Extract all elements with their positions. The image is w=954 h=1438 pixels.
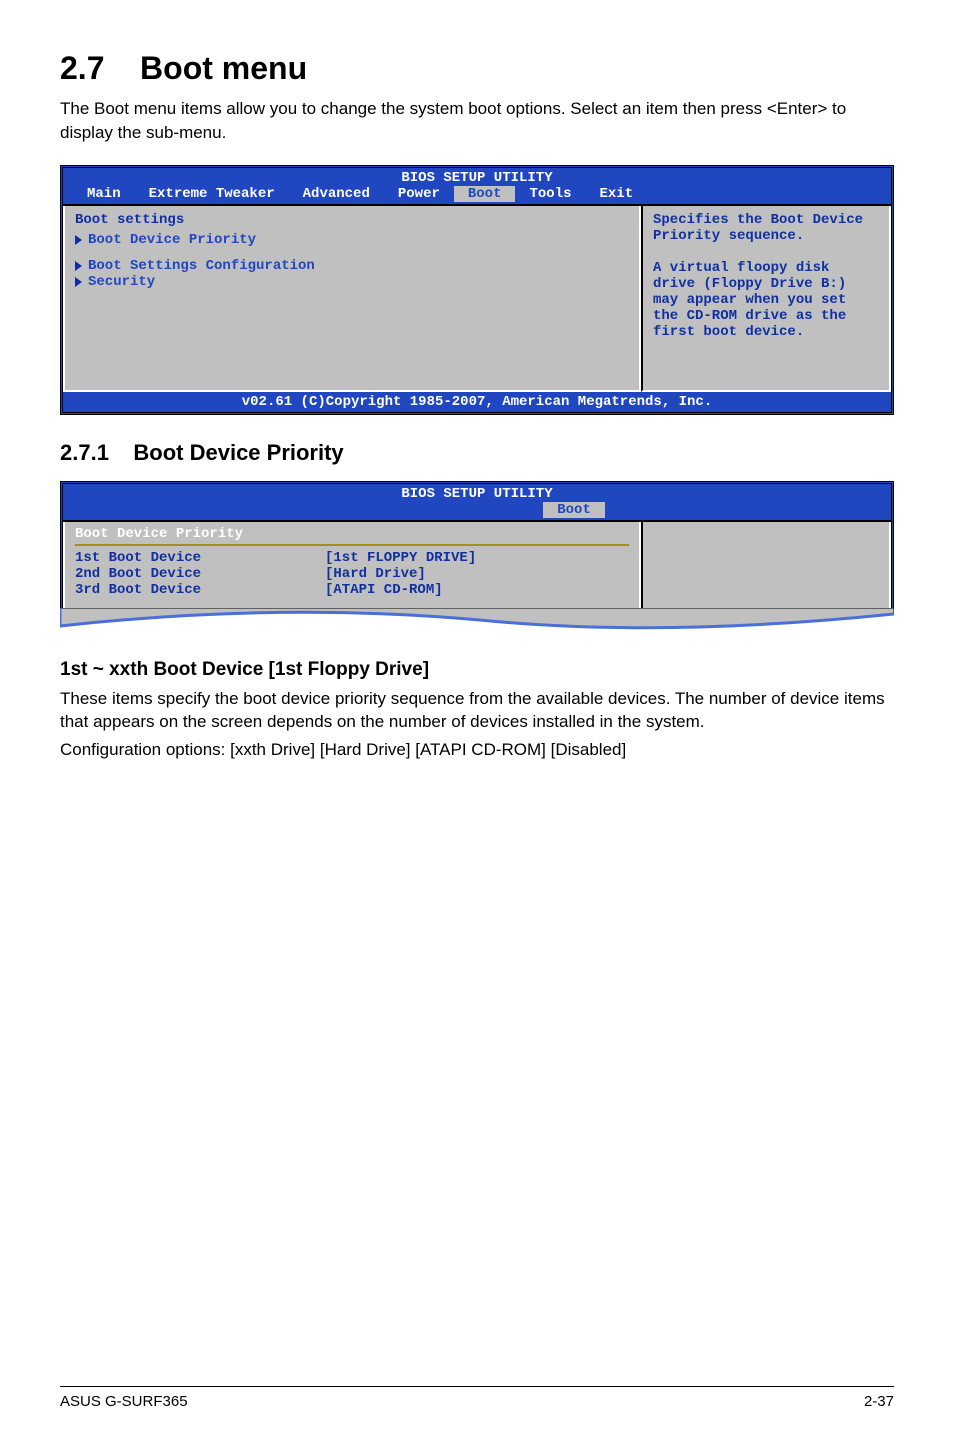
bios-help-panel: Specifies the Boot Device Priority seque… <box>641 206 891 392</box>
row-label: 3rd Boot Device <box>75 582 325 598</box>
torn-edge <box>60 608 894 634</box>
bios-item-boot-priority: Boot Device Priority <box>75 232 629 248</box>
bios-tab-main: Main <box>73 186 135 202</box>
bios-main-panel: Boot Device Priority 1st Boot Device [1s… <box>63 522 641 610</box>
bios-main-panel: Boot settings Boot Device Priority Boot … <box>63 206 641 392</box>
bios-item-boot-config: Boot Settings Configuration <box>75 258 629 274</box>
boot-device-row-1: 1st Boot Device [1st FLOPPY DRIVE] <box>75 550 629 566</box>
subsection-number: 2.7.1 <box>60 440 109 465</box>
section-title: Boot menu <box>140 50 307 86</box>
body-heading: 1st ~ xxth Boot Device [1st Floppy Drive… <box>60 659 894 681</box>
bios-help-panel <box>641 522 891 610</box>
row-label: 1st Boot Device <box>75 550 325 566</box>
bios-screenshot-2: BIOS SETUP UTILITY . Boot Boot Device Pr… <box>60 481 894 610</box>
bios-item-security: Security <box>75 274 629 290</box>
section-heading: 2.7 Boot menu <box>60 50 894 87</box>
divider <box>75 544 629 546</box>
bios-heading: Boot Device Priority <box>75 526 629 542</box>
page-footer: ASUS G-SURF365 2-37 <box>60 1386 894 1410</box>
subsection-title: Boot Device Priority <box>133 440 343 465</box>
bios-tab-exit: Exit <box>586 186 648 202</box>
bios-tab-boot: Boot <box>543 502 605 518</box>
footer-product: ASUS G-SURF365 <box>60 1393 188 1410</box>
section-number: 2.7 <box>60 50 104 86</box>
bios-tab-boot: Boot <box>454 186 516 202</box>
row-value: [ATAPI CD-ROM] <box>325 582 443 598</box>
body-paragraph-1: These items specify the boot device prio… <box>60 687 894 735</box>
triangle-icon <box>75 277 82 287</box>
bios-tab-bar: . Boot <box>63 502 891 520</box>
triangle-icon <box>75 261 82 271</box>
boot-device-row-2: 2nd Boot Device [Hard Drive] <box>75 566 629 582</box>
section-intro: The Boot menu items allow you to change … <box>60 97 894 145</box>
footer-page-number: 2-37 <box>864 1393 894 1410</box>
body-paragraph-2: Configuration options: [xxth Drive] [Har… <box>60 738 894 762</box>
bios-item-label: Boot Device Priority <box>88 232 256 248</box>
bios-title: BIOS SETUP UTILITY <box>63 168 891 186</box>
bios-screenshot-1: BIOS SETUP UTILITY Main Extreme Tweaker … <box>60 165 894 415</box>
bios-tab-bar: Main Extreme Tweaker Advanced Power Boot… <box>63 186 891 204</box>
row-value: [1st FLOPPY DRIVE] <box>325 550 476 566</box>
bios-tab-extreme: Extreme Tweaker <box>135 186 289 202</box>
bios-item-label: Boot Settings Configuration <box>88 258 315 274</box>
bios-copyright: v02.61 (C)Copyright 1985-2007, American … <box>63 392 891 412</box>
bios-tab-power: Power <box>384 186 454 202</box>
row-value: [Hard Drive] <box>325 566 426 582</box>
subsection-heading: 2.7.1 Boot Device Priority <box>60 440 894 466</box>
bios-heading: Boot settings <box>75 212 629 228</box>
boot-device-row-3: 3rd Boot Device [ATAPI CD-ROM] <box>75 582 629 598</box>
row-label: 2nd Boot Device <box>75 566 325 582</box>
bios-tab-advanced: Advanced <box>289 186 384 202</box>
bios-tab-tools: Tools <box>515 186 585 202</box>
bios-title: BIOS SETUP UTILITY <box>63 484 891 502</box>
triangle-icon <box>75 235 82 245</box>
bios-item-label: Security <box>88 274 155 290</box>
